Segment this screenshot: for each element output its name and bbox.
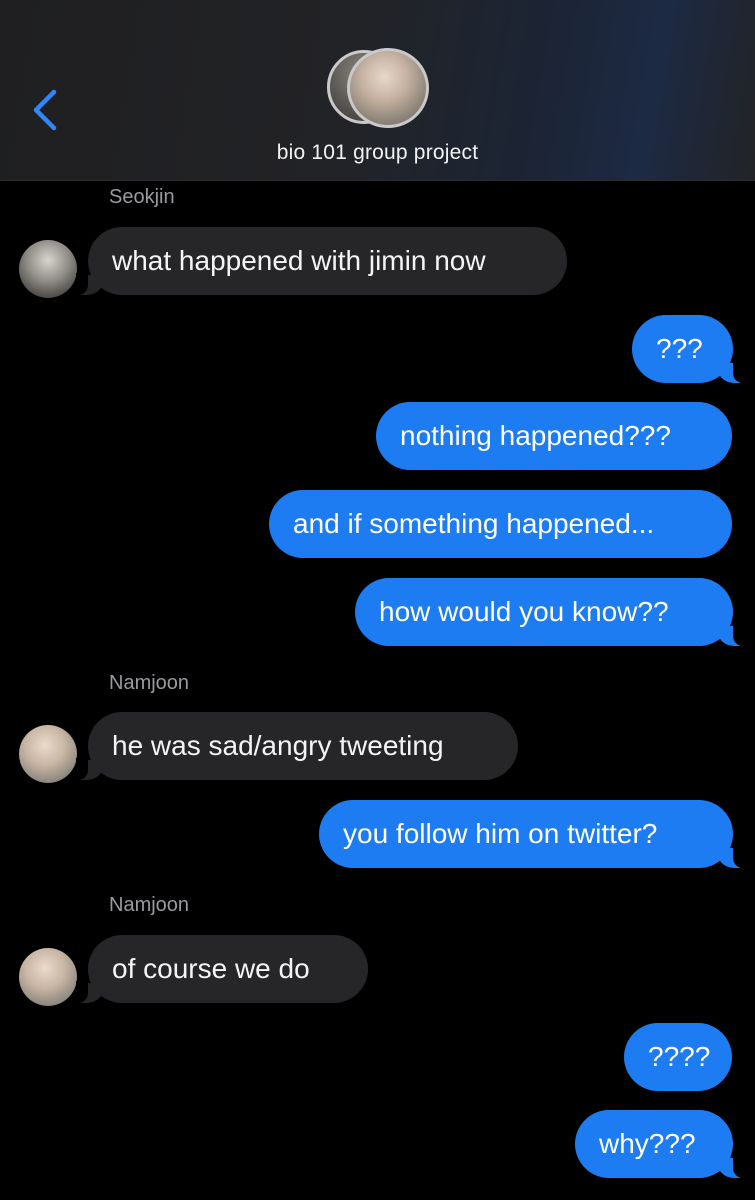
outgoing-message[interactable]: you follow him on twitter?	[319, 800, 745, 868]
outgoing-message[interactable]: and if something happened...	[269, 490, 732, 558]
outgoing-message[interactable]: nothing happened???	[376, 402, 732, 470]
incoming-message[interactable]: what happened with jimin now	[76, 227, 567, 295]
avatar[interactable]	[19, 948, 77, 1006]
avatar[interactable]	[19, 725, 77, 783]
avatar[interactable]	[19, 240, 77, 298]
group-avatar[interactable]	[327, 48, 429, 130]
sender-name: Namjoon	[109, 672, 190, 694]
back-button[interactable]	[26, 88, 66, 132]
incoming-message[interactable]: of course we do	[76, 935, 368, 1003]
member-avatar	[347, 48, 429, 128]
outgoing-message[interactable]: ????	[624, 1023, 732, 1091]
chevron-left-icon	[33, 89, 57, 131]
conversation-header: bio 101 group project	[0, 0, 755, 181]
sender-name: Namjoon	[109, 894, 190, 916]
sender-name: Seokjin	[109, 186, 175, 208]
outgoing-message[interactable]: how would you know??	[355, 578, 745, 646]
group-title[interactable]: bio 101 group project	[0, 141, 755, 165]
outgoing-message[interactable]: why???	[575, 1110, 745, 1178]
incoming-message[interactable]: he was sad/angry tweeting	[76, 712, 518, 780]
outgoing-message[interactable]: ???	[632, 315, 745, 383]
